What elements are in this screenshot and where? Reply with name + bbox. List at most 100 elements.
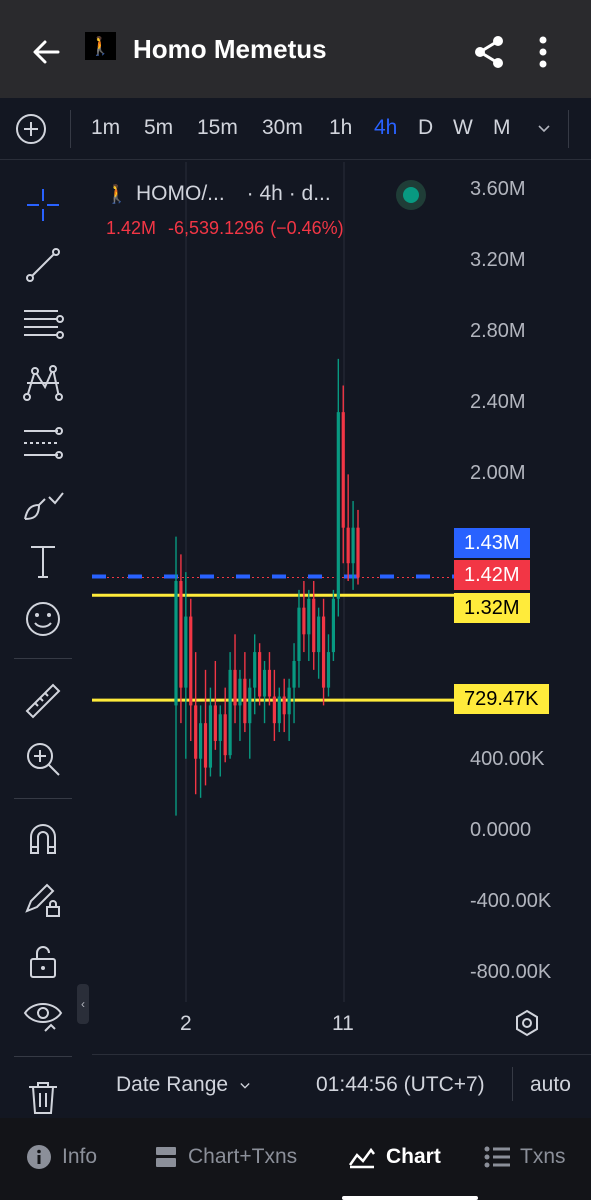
candle-body xyxy=(218,714,222,741)
timezone-clock[interactable]: 01:44:56 (UTC+7) xyxy=(316,1073,485,1097)
legend-symbol[interactable]: HOMO/... xyxy=(136,182,225,206)
nav-txns-label: Txns xyxy=(520,1145,566,1168)
candle-body xyxy=(351,527,355,564)
active-tab-indicator xyxy=(342,1196,478,1200)
candle-body xyxy=(248,687,252,724)
range-bar: Date Range 01:44:56 (UTC+7) auto xyxy=(92,1054,591,1114)
last-price: 1.42M xyxy=(106,218,157,238)
candle-body xyxy=(194,705,198,759)
text-tool[interactable] xyxy=(20,538,66,584)
divider xyxy=(70,110,71,148)
price-change: -6,539.1296 xyxy=(168,218,265,238)
date-axis-label: 11 xyxy=(332,1012,354,1035)
price-axis-label: 3.20M xyxy=(470,249,526,271)
chart-settings-button[interactable] xyxy=(512,1008,544,1040)
candle-body xyxy=(307,598,311,635)
interval-1m[interactable]: 1m xyxy=(91,116,120,140)
more-options-button[interactable] xyxy=(528,32,558,72)
interval-d[interactable]: D xyxy=(418,116,433,140)
auto-scale-toggle[interactable]: auto xyxy=(530,1073,571,1097)
candle-body xyxy=(267,669,272,697)
market-status-indicator xyxy=(396,180,426,210)
lock-all-tool[interactable] xyxy=(20,938,66,984)
candle-body xyxy=(184,616,188,688)
fib-tool[interactable] xyxy=(20,300,66,346)
candle-body xyxy=(346,527,350,564)
zoom-tool[interactable] xyxy=(20,736,66,782)
candle-body xyxy=(233,669,237,706)
chart-area[interactable]: 🚶 HOMO/... · 4h · d... 1.42M -6,539.1296… xyxy=(92,162,591,1062)
price-axis-label: 400.00K xyxy=(470,748,545,770)
candle-body xyxy=(336,412,340,599)
candle-body xyxy=(356,527,360,578)
price-axis-label: 3.60M xyxy=(470,178,526,200)
candle-body xyxy=(277,696,281,724)
token-logo-small: 🚶 xyxy=(105,183,129,204)
date-axis-label: 2 xyxy=(180,1012,192,1035)
lock-drawing-tool[interactable] xyxy=(20,876,66,922)
interval-15m[interactable]: 15m xyxy=(197,116,238,140)
candle-body xyxy=(292,660,296,688)
delete-tool[interactable] xyxy=(20,1074,66,1120)
candle-body xyxy=(331,598,336,653)
price-axis-label: 0.0000 xyxy=(470,819,532,841)
legend-meta: · 4h · d... xyxy=(246,182,331,205)
price-tag-current: 1.42M xyxy=(454,560,530,590)
candle-body xyxy=(341,412,345,528)
back-button[interactable] xyxy=(26,32,66,72)
price-axis-label: 2.00M xyxy=(470,462,526,484)
emoji-tool[interactable] xyxy=(20,596,66,642)
candle-body xyxy=(321,616,326,688)
candle-body xyxy=(262,669,267,697)
brush-icon xyxy=(24,492,64,520)
nav-chart[interactable]: Chart xyxy=(348,1142,441,1172)
price-tag-blue: 1.43M xyxy=(454,528,530,558)
pattern-tool[interactable] xyxy=(20,360,66,406)
trend-line-tool[interactable] xyxy=(20,242,66,288)
chevron-left-icon: ‹ xyxy=(81,997,85,1011)
list-icon xyxy=(484,1146,510,1168)
date-range-button[interactable]: Date Range xyxy=(116,1073,250,1097)
hexagon-settings-icon xyxy=(516,1009,538,1037)
interval-30m[interactable]: 30m xyxy=(262,116,303,140)
candle-body xyxy=(326,652,331,688)
crosshair-tool[interactable] xyxy=(20,182,66,228)
drawing-toolbar xyxy=(0,162,86,1122)
eye-icon xyxy=(23,1003,63,1032)
interval-4h[interactable]: 4h xyxy=(374,116,397,140)
visibility-tool[interactable] xyxy=(20,994,66,1040)
interval-m[interactable]: M xyxy=(493,116,511,140)
candle-body xyxy=(174,581,178,706)
unlock-icon xyxy=(30,946,56,978)
legend-values: 1.42M -6,539.1296 (−0.46%) xyxy=(106,218,344,239)
candle-body xyxy=(203,723,208,768)
more-vertical-icon xyxy=(539,36,547,68)
nav-txns[interactable]: Txns xyxy=(484,1142,566,1172)
interval-w[interactable]: W xyxy=(453,116,473,140)
prediction-tool[interactable] xyxy=(20,420,66,466)
share-button[interactable] xyxy=(470,32,510,72)
chart-legend: 🚶 HOMO/... · 4h · d... xyxy=(106,182,331,206)
interval-1h[interactable]: 1h xyxy=(329,116,352,140)
trash-icon xyxy=(29,1082,57,1114)
measure-tool[interactable] xyxy=(20,678,66,724)
price-axis-label: -800.00K xyxy=(470,961,552,983)
magnet-tool[interactable] xyxy=(20,816,66,862)
nav-chart-txns[interactable]: Chart+Txns xyxy=(154,1142,297,1172)
interval-dropdown[interactable] xyxy=(536,120,552,136)
nav-info[interactable]: Info xyxy=(26,1142,97,1172)
plus-circle-icon xyxy=(16,114,46,144)
magnet-icon xyxy=(30,824,56,854)
add-indicator-button[interactable] xyxy=(14,112,48,146)
nav-chart-label: Chart xyxy=(386,1145,441,1168)
pattern-icon xyxy=(23,365,63,401)
brush-tool[interactable] xyxy=(20,480,66,526)
level-tag-2: 729.47K xyxy=(454,684,549,714)
candle-body xyxy=(258,652,262,697)
divider xyxy=(14,1056,72,1057)
collapse-toolbar-button[interactable]: ‹ xyxy=(77,984,89,1024)
candle-body xyxy=(238,678,242,706)
interval-5m[interactable]: 5m xyxy=(144,116,173,140)
price-axis-label: 2.40M xyxy=(470,391,526,413)
crosshair-icon xyxy=(27,189,59,221)
